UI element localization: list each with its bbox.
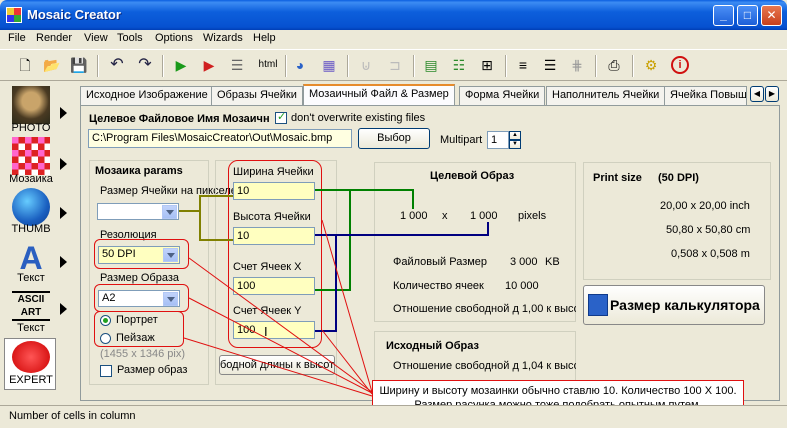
pointer-line-resolution	[188, 257, 373, 393]
pointer-line-cells	[321, 219, 373, 393]
connector-lines	[179, 189, 489, 397]
pointer-line-orientation	[183, 337, 373, 397]
connector-green-1	[315, 189, 414, 209]
connector-green-2	[315, 190, 351, 291]
connector-olive-1	[179, 195, 233, 212]
status-bar: Number of cells in column	[0, 405, 787, 428]
connector-navy-2	[315, 235, 337, 332]
connector-olive-2	[199, 211, 233, 241]
pointer-line-image-size	[188, 297, 373, 394]
pointer-line-count	[321, 329, 373, 395]
connector-navy-1	[315, 222, 489, 236]
status-text: Number of cells in column	[9, 410, 136, 422]
callout-line-1: Ширину и высоту мозаинки обычно ставлю 1…	[379, 385, 737, 397]
